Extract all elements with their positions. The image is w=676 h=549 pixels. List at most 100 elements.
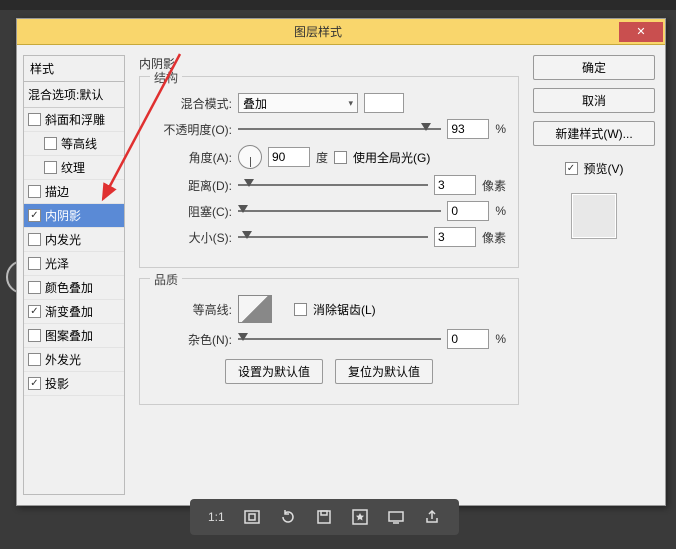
blending-options-row[interactable]: 混合选项:默认	[24, 82, 124, 108]
shadow-color-swatch[interactable]	[364, 93, 404, 113]
fit-icon[interactable]	[243, 508, 261, 526]
save-icon[interactable]	[315, 508, 333, 526]
noise-input[interactable]	[447, 329, 489, 349]
chevron-down-icon: ▾	[348, 98, 353, 109]
style-item-satin[interactable]: 光泽	[24, 252, 124, 276]
style-item-contour[interactable]: 等高线	[24, 132, 124, 156]
opacity-unit: %	[495, 122, 506, 136]
checkbox[interactable]	[28, 329, 41, 342]
blend-mode-label: 混合模式:	[152, 95, 232, 112]
style-label: 投影	[45, 375, 69, 392]
style-item-bevel[interactable]: 斜面和浮雕	[24, 108, 124, 132]
size-input[interactable]	[434, 227, 476, 247]
style-item-stroke[interactable]: 描边	[24, 180, 124, 204]
style-label: 斜面和浮雕	[45, 111, 105, 128]
checkbox[interactable]	[28, 305, 41, 318]
styles-sidebar: 样式 混合选项:默认 斜面和浮雕 等高线 纹理 描边 内阴影	[23, 55, 125, 495]
style-item-pattern-overlay[interactable]: 图案叠加	[24, 324, 124, 348]
dialog-buttons: 确定 取消 新建样式(W)... 预览(V)	[527, 55, 655, 495]
preview-label: 预览(V)	[584, 160, 624, 177]
structure-group: 结构 混合模式: 叠加 ▾ 不透明度(O): %	[139, 76, 519, 268]
preview-swatch	[571, 193, 617, 239]
style-label: 内阴影	[45, 207, 81, 224]
size-unit: 像素	[482, 229, 506, 246]
opacity-label: 不透明度(O):	[152, 121, 232, 138]
style-label: 图案叠加	[45, 327, 93, 344]
set-default-button[interactable]: 设置为默认值	[225, 359, 323, 384]
rotate-icon[interactable]	[279, 508, 297, 526]
noise-label: 杂色(N):	[152, 331, 232, 348]
opacity-input[interactable]	[447, 119, 489, 139]
style-label: 等高线	[61, 135, 97, 152]
style-item-texture[interactable]: 纹理	[24, 156, 124, 180]
style-label: 纹理	[61, 159, 85, 176]
zoom-label[interactable]: 1:1	[208, 510, 225, 524]
noise-slider[interactable]	[238, 336, 441, 342]
style-item-drop-shadow[interactable]: 投影	[24, 372, 124, 396]
share-icon[interactable]	[423, 508, 441, 526]
settings-panel: 内阴影 结构 混合模式: 叠加 ▾ 不透明度(O):	[125, 55, 527, 495]
style-label: 渐变叠加	[45, 303, 93, 320]
style-item-inner-glow[interactable]: 内发光	[24, 228, 124, 252]
style-label: 光泽	[45, 255, 69, 272]
quality-legend: 品质	[150, 271, 182, 288]
angle-unit: 度	[316, 149, 328, 166]
new-style-button[interactable]: 新建样式(W)...	[533, 121, 655, 146]
checkbox[interactable]	[28, 185, 41, 198]
layer-style-dialog: 图层样式 ✕ 样式 混合选项:默认 斜面和浮雕 等高线 纹理 描边	[16, 18, 666, 506]
blend-mode-select[interactable]: 叠加 ▾	[238, 93, 358, 113]
style-label: 颜色叠加	[45, 279, 93, 296]
blend-mode-value: 叠加	[243, 95, 267, 112]
styles-header[interactable]: 样式	[24, 56, 124, 82]
choke-slider[interactable]	[238, 208, 441, 214]
checkbox[interactable]	[28, 353, 41, 366]
screen-icon[interactable]	[387, 508, 405, 526]
quality-group: 品质 等高线: 消除锯齿(L) 杂色(N): %	[139, 278, 519, 405]
viewer-toolbar: 1:1	[190, 499, 459, 535]
style-item-inner-shadow[interactable]: 内阴影	[24, 204, 124, 228]
distance-unit: 像素	[482, 177, 506, 194]
star-icon[interactable]	[351, 508, 369, 526]
style-label: 外发光	[45, 351, 81, 368]
preview-checkbox[interactable]	[565, 162, 578, 175]
dialog-title: 图层样式	[17, 23, 619, 40]
checkbox[interactable]	[28, 257, 41, 270]
choke-label: 阻塞(C):	[152, 203, 232, 220]
structure-legend: 结构	[150, 69, 182, 86]
choke-input[interactable]	[447, 201, 489, 221]
style-item-outer-glow[interactable]: 外发光	[24, 348, 124, 372]
ruler	[0, 0, 676, 10]
antialias-checkbox[interactable]	[294, 303, 307, 316]
checkbox[interactable]	[28, 377, 41, 390]
style-item-color-overlay[interactable]: 颜色叠加	[24, 276, 124, 300]
titlebar: 图层样式 ✕	[17, 19, 665, 45]
checkbox[interactable]	[28, 209, 41, 222]
close-button[interactable]: ✕	[619, 22, 663, 42]
noise-unit: %	[495, 332, 506, 346]
global-light-checkbox[interactable]	[334, 151, 347, 164]
distance-input[interactable]	[434, 175, 476, 195]
size-slider[interactable]	[238, 234, 428, 240]
angle-label: 角度(A):	[152, 149, 232, 166]
global-light-label: 使用全局光(G)	[353, 149, 430, 166]
reset-default-button[interactable]: 复位为默认值	[335, 359, 433, 384]
distance-label: 距离(D):	[152, 177, 232, 194]
checkbox[interactable]	[28, 233, 41, 246]
contour-picker[interactable]	[238, 295, 272, 323]
contour-label: 等高线:	[152, 301, 232, 318]
choke-unit: %	[495, 204, 506, 218]
style-label: 描边	[45, 183, 69, 200]
distance-slider[interactable]	[238, 182, 428, 188]
style-label: 内发光	[45, 231, 81, 248]
cancel-button[interactable]: 取消	[533, 88, 655, 113]
checkbox[interactable]	[28, 281, 41, 294]
angle-dial[interactable]	[238, 145, 262, 169]
antialias-label: 消除锯齿(L)	[313, 301, 376, 318]
checkbox[interactable]	[44, 161, 57, 174]
ok-button[interactable]: 确定	[533, 55, 655, 80]
opacity-slider[interactable]	[238, 126, 441, 132]
checkbox[interactable]	[28, 113, 41, 126]
checkbox[interactable]	[44, 137, 57, 150]
angle-input[interactable]	[268, 147, 310, 167]
style-item-gradient-overlay[interactable]: 渐变叠加	[24, 300, 124, 324]
